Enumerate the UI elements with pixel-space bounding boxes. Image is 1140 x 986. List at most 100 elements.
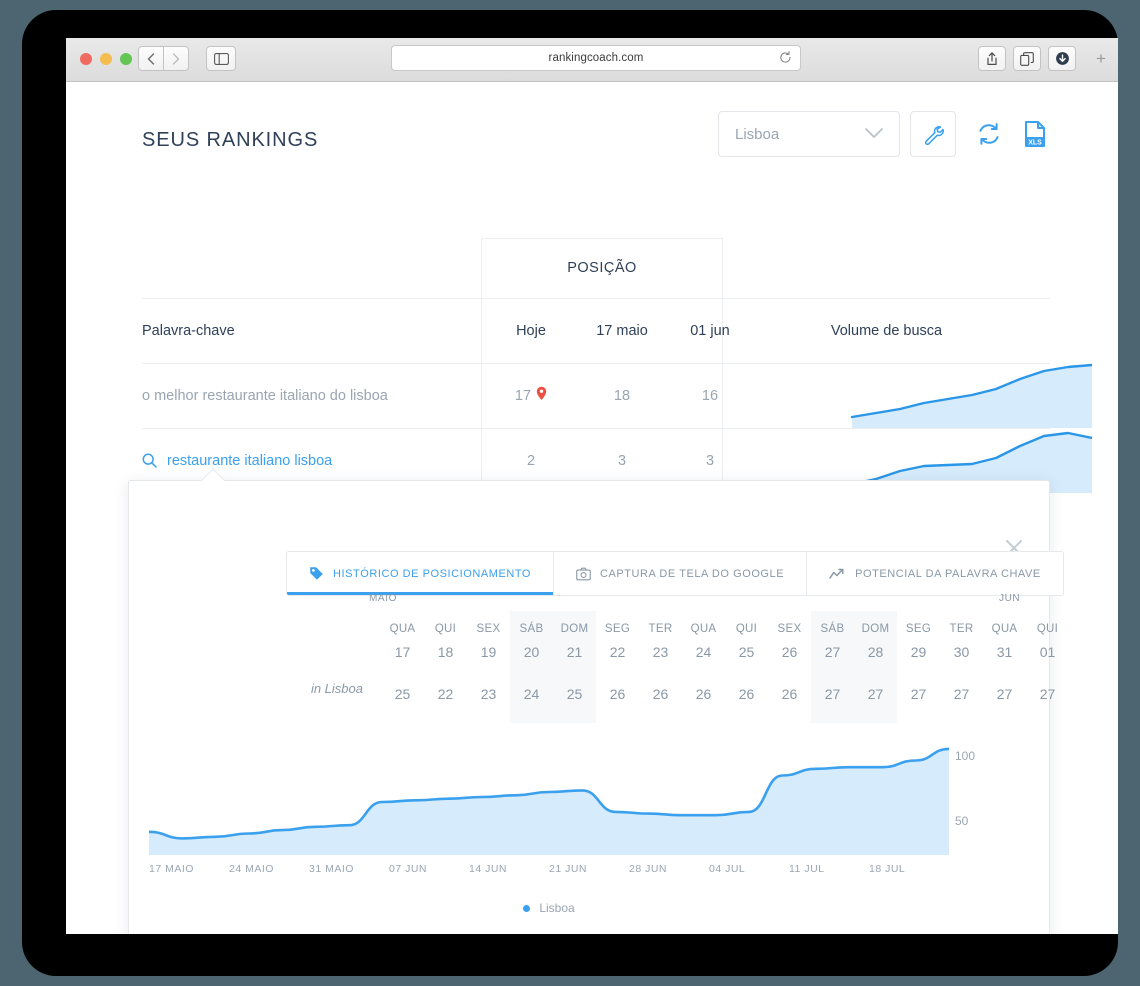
calendar-day-column[interactable]: QUA 17 25 [381, 611, 424, 723]
chart-xtick-label: 18 JUL [869, 863, 906, 875]
chevron-right-icon [172, 52, 180, 65]
calendar-day-of-week: QUI [735, 623, 758, 635]
chevron-left-icon [147, 52, 155, 65]
downloads-button[interactable] [1048, 46, 1076, 71]
calendar-day-of-month: 21 [566, 644, 583, 660]
chart-xtick-label: 28 JUN [629, 863, 668, 875]
calendar-position-value: 27 [953, 686, 970, 702]
tab-label: HISTÓRICO DE POSICIONAMENTO [333, 567, 531, 580]
table-row-date1-value: 18 [613, 387, 631, 404]
calendar-day-of-month: 23 [652, 644, 669, 660]
calendar-day-column[interactable]: QUI 01 27 [1026, 611, 1069, 723]
chart-y-axis: 100 50 [955, 739, 1015, 855]
refresh-button[interactable] [966, 111, 1012, 157]
calendar-row-label: in Lisboa [310, 681, 363, 696]
search-icon [142, 453, 157, 468]
camera-icon [576, 567, 591, 581]
calendar-days: QUA 17 25 QUI 18 22 SEX 19 23 SÁB 20 24 DOM 21 25 SEG 22… [381, 611, 1069, 723]
tag-icon [309, 566, 324, 581]
calendar-day-of-week: QUA [690, 623, 717, 635]
city-select[interactable]: Lisboa [718, 111, 900, 157]
calendar-day-of-week: TER [648, 623, 673, 635]
reload-icon[interactable] [779, 51, 792, 70]
calendar-day-of-month: 27 [824, 644, 841, 660]
calendar-day-of-week: SÁB [519, 623, 544, 635]
position-group-header: POSIÇÃO [567, 260, 637, 276]
sidebar-toggle-button[interactable] [206, 46, 236, 71]
calendar-day-column[interactable]: SEX 26 26 [768, 611, 811, 723]
calendar-day-of-month: 29 [910, 644, 927, 660]
new-tab-button[interactable]: + [1088, 46, 1114, 71]
window-traffic-lights [80, 53, 132, 65]
close-window-button[interactable] [80, 53, 92, 65]
zoom-window-button[interactable] [120, 53, 132, 65]
calendar-day-column[interactable]: QUA 31 27 [983, 611, 1026, 723]
share-button[interactable] [978, 46, 1006, 71]
calendar-day-of-month: 17 [394, 644, 411, 660]
calendar-position-value: 25 [394, 686, 411, 702]
chart-ytick-50: 50 [955, 814, 969, 828]
tab-overview-icon [1020, 51, 1034, 66]
chart-plot-area [147, 739, 951, 855]
popup-tabs: HISTÓRICO DE POSICIONAMENTO CAPTURA DE T… [286, 551, 1064, 596]
tab-historico-de-posicionamento[interactable]: HISTÓRICO DE POSICIONAMENTO [287, 552, 554, 595]
calendar-day-of-month: 25 [738, 644, 755, 660]
chevron-down-icon [865, 126, 883, 143]
tab-potencial-da-palavra-chave[interactable]: POTENCIAL DA PALAVRA CHAVE [807, 552, 1063, 595]
calendar-day-column[interactable]: SEG 22 26 [596, 611, 639, 723]
browser-window: rankingcoach.com + SEUS RANKINGS Lisboa … [66, 38, 1118, 934]
calendar-day-column[interactable]: QUA 24 26 [682, 611, 725, 723]
new-tab-label: + [1096, 49, 1106, 68]
calendar-position-value: 24 [523, 686, 540, 702]
table-row-today-cell: 17 [498, 363, 564, 428]
calendar-position-value: 26 [609, 686, 626, 702]
chart-series-lisboa [147, 747, 951, 855]
settings-button[interactable] [910, 111, 956, 157]
tab-overview-button[interactable] [1013, 46, 1041, 71]
calendar-position-value: 26 [738, 686, 755, 702]
calendar-day-of-month: 26 [781, 644, 798, 660]
forward-button[interactable] [163, 46, 189, 71]
calendar-day-of-month: 01 [1039, 644, 1056, 660]
calendar-month-right: JUN [999, 593, 1021, 604]
calendar-day-column[interactable]: QUI 18 22 [424, 611, 467, 723]
calendar-day-column[interactable]: DOM 21 25 [553, 611, 596, 723]
calendar-day-column[interactable]: QUI 25 26 [725, 611, 768, 723]
tab-captura-de-tela-do-google[interactable]: CAPTURA DE TELA DO GOOGLE [554, 552, 808, 595]
calendar-day-column[interactable]: SEX 19 23 [467, 611, 510, 723]
address-bar[interactable]: rankingcoach.com [391, 45, 801, 71]
calendar-day-column[interactable]: SEG 29 27 [897, 611, 940, 723]
calendar-day-of-month: 31 [996, 644, 1013, 660]
chart-xtick-label: 14 JUN [469, 863, 508, 875]
calendar-position-value: 27 [1039, 686, 1056, 702]
tab-label: POTENCIAL DA PALAVRA CHAVE [855, 567, 1041, 580]
calendar-day-of-month: 24 [695, 644, 712, 660]
back-button[interactable] [138, 46, 164, 71]
calendar-position-value: 26 [781, 686, 798, 702]
calendar-day-of-week: SÁB [820, 623, 845, 635]
calendar-day-column[interactable]: DOM 28 27 [854, 611, 897, 723]
city-select-value: Lisboa [735, 125, 780, 143]
browser-toolbar: rankingcoach.com + [66, 38, 1118, 82]
calendar-month-left: MAIO [369, 593, 397, 604]
tab-label: CAPTURA DE TELA DO GOOGLE [600, 567, 785, 580]
calendar-day-column[interactable]: SÁB 20 24 [510, 611, 553, 723]
chart-xtick-label: 17 MAIO [149, 863, 194, 875]
calendar-day-of-week: SEG [604, 623, 631, 635]
calendar-day-of-week: QUA [389, 623, 416, 635]
table-row-today-value: 17 [514, 387, 532, 404]
calendar-position-value: 22 [437, 686, 454, 702]
calendar-day-column[interactable]: TER 23 26 [639, 611, 682, 723]
calendar-day-of-week: DOM [560, 623, 589, 635]
chart-xtick-label: 07 JUN [389, 863, 428, 875]
table-row[interactable]: o melhor restaurante italiano do lisboa … [142, 363, 1092, 428]
minimize-window-button[interactable] [100, 53, 112, 65]
calendar-day-column[interactable]: TER 30 27 [940, 611, 983, 723]
export-xls-button[interactable]: XLS [1012, 111, 1058, 157]
chart-ytick-100: 100 [955, 749, 976, 763]
table-column-headers: Palavra-chave Hoje 17 maio 01 jun Volume… [142, 298, 1050, 363]
calendar-day-column[interactable]: SÁB 27 27 [811, 611, 854, 723]
column-header-date-1: 17 maio [596, 322, 648, 339]
ranking-history-chart: 100 50 17 MAIO 24 MAIO 31 MAIO 07 JUN 14 JUN… [147, 739, 1033, 929]
chart-legend: Lisboa [149, 901, 949, 915]
